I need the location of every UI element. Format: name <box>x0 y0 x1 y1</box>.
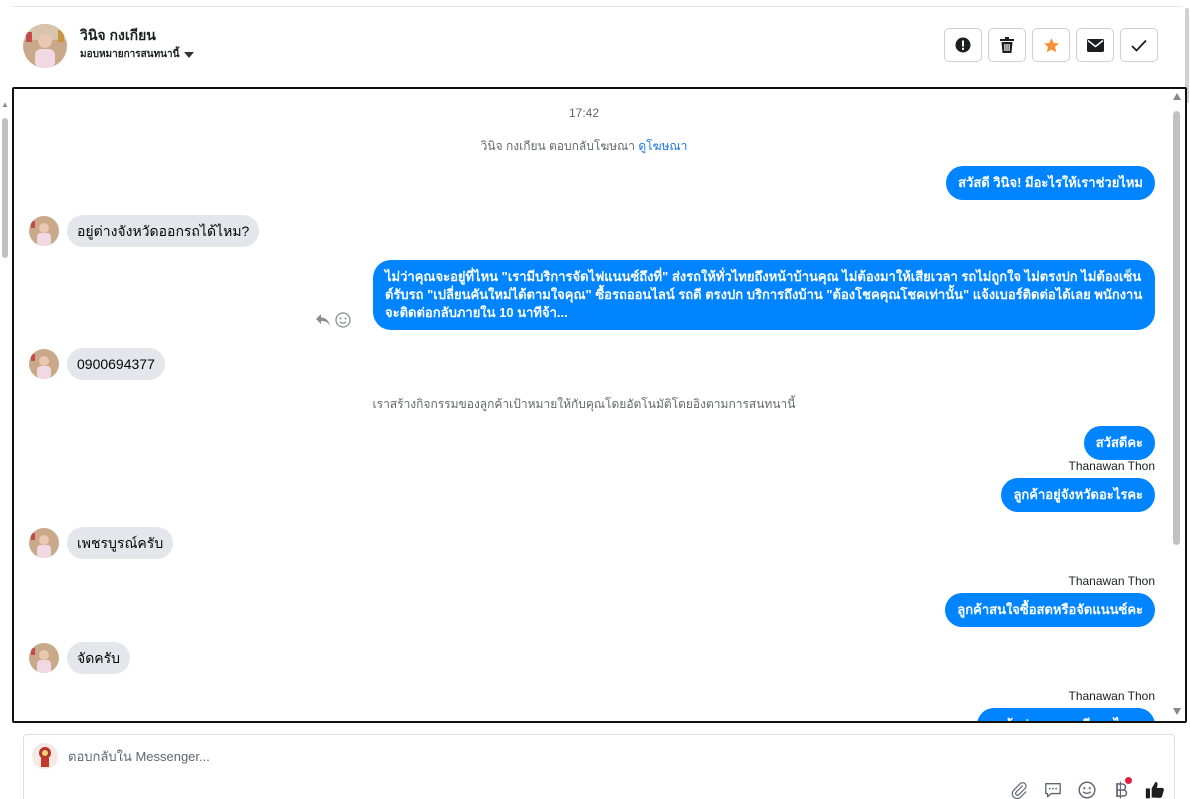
contact-avatar-small[interactable] <box>29 528 59 558</box>
message-row-incoming: เพชรบูรณ์ครับ <box>29 527 174 559</box>
message-row-incoming: อยู่ต่างจังหวัดออกรถได้ไหม? <box>29 215 260 247</box>
contact-avatar-small[interactable] <box>29 349 59 379</box>
thumbs-up-icon <box>1145 782 1164 799</box>
message-bubble-incoming[interactable]: 0900694377 <box>67 348 165 380</box>
message-row-incoming: จัดครับ <box>29 642 131 674</box>
caret-down-icon <box>184 51 195 58</box>
star-button[interactable] <box>1032 28 1070 62</box>
message-bubble-outgoing[interactable]: สวัสดีคะ <box>1083 426 1155 460</box>
mark-spam-button[interactable] <box>944 28 982 62</box>
agent-name: Thanawan Thon <box>1068 574 1155 588</box>
trash-icon <box>1000 37 1014 53</box>
message-bubble-incoming[interactable]: เพชรบูรณ์ครับ <box>67 527 174 559</box>
composer-toolbar <box>1008 777 1166 799</box>
agent-name: Thanawan Thon <box>1068 689 1155 703</box>
emoji-button[interactable] <box>1076 779 1098 799</box>
ad-reply-text: วินิจ กงเกียน ตอบกลับโฆษณา <box>480 139 636 153</box>
message-bubble-incoming[interactable]: อยู่ต่างจังหวัดออกรถได้ไหม? <box>67 215 260 247</box>
send-like-button[interactable] <box>1144 779 1166 799</box>
scroll-up-icon[interactable]: ▲ <box>1 100 9 109</box>
conversation-header: วินิจ กงเกียน มอบหมายการสนทนานี้ <box>12 7 1178 85</box>
delete-button[interactable] <box>988 28 1026 62</box>
contact-name[interactable]: วินิจ กงเกียน <box>80 25 156 47</box>
scrollbar-thumb[interactable] <box>1173 111 1180 545</box>
agent-name: Thanawan Thon <box>1068 459 1155 473</box>
emoji-icon <box>1078 781 1096 799</box>
message-bubble-outgoing[interactable]: ลูกค้าประกอบอาชีพอะไรคะ <box>976 708 1155 721</box>
assign-conversation-dropdown[interactable]: มอบหมายการสนทนานี้ <box>80 47 195 62</box>
notification-dot <box>1125 777 1132 784</box>
message-row-incoming: 0900694377 <box>29 348 165 380</box>
thread-scrollbar[interactable] <box>1169 89 1185 721</box>
exclamation-circle-icon <box>955 37 971 53</box>
star-icon <box>1043 37 1059 52</box>
scrollbar-thumb[interactable] <box>2 118 8 258</box>
saved-replies-button[interactable] <box>1042 779 1064 799</box>
page-avatar <box>32 743 58 769</box>
message-bubble-outgoing[interactable]: ลูกค้าอยู่จังหวัดอะไรคะ <box>1001 478 1155 512</box>
activity-note: เราสร้างกิจกรรมของลูกค้าเป้าหมายให้กับคุ… <box>372 397 796 411</box>
message-thread[interactable]: 17:42 วินิจ กงเกียน ตอบกลับโฆษณา ดูโฆษณา… <box>12 87 1187 723</box>
message-bubble-outgoing[interactable]: ลูกค้าสนใจซื้อสดหรือจัดแนนซ์คะ <box>945 593 1155 627</box>
saved-reply-icon <box>1045 783 1061 798</box>
view-ad-link[interactable]: ดูโฆษณา <box>638 139 687 153</box>
mark-done-button[interactable] <box>1120 28 1158 62</box>
message-bubble-outgoing[interactable]: ไม่ว่าคุณจะอยู่ที่ไหน "เรามีบริการจัดไฟแ… <box>373 260 1155 330</box>
react-emoji-icon[interactable] <box>335 312 351 328</box>
payment-button[interactable] <box>1110 777 1132 799</box>
reply-input[interactable] <box>68 749 968 764</box>
ad-reply-notice: วินิจ กงเกียน ตอบกลับโฆษณา ดูโฆษณา <box>14 137 1154 156</box>
envelope-icon <box>1086 38 1104 52</box>
message-bubble-incoming[interactable]: จัดครับ <box>67 642 131 674</box>
scroll-down-icon[interactable] <box>1173 708 1181 715</box>
paperclip-icon <box>1011 782 1027 799</box>
message-bubble-outgoing[interactable]: สวัสดี วินิจ! มีอะไรให้เราช่วยไหม <box>946 166 1155 200</box>
baht-icon <box>1116 781 1128 799</box>
mark-unread-button[interactable] <box>1076 28 1114 62</box>
message-actions <box>315 312 351 328</box>
contact-avatar-small[interactable] <box>29 643 59 673</box>
reply-icon[interactable] <box>315 313 331 327</box>
contact-avatar-small[interactable] <box>29 216 59 246</box>
conversation-toolbar <box>944 28 1158 62</box>
assign-label: มอบหมายการสนทนานี้ <box>80 49 180 60</box>
message-timestamp: 17:42 <box>568 106 600 120</box>
attach-button[interactable] <box>1008 779 1030 799</box>
reply-composer <box>23 734 1175 799</box>
page-scrollbar-left[interactable]: ▲ <box>0 100 10 730</box>
scroll-up-icon[interactable] <box>1173 93 1181 100</box>
check-icon <box>1131 39 1147 52</box>
contact-avatar[interactable] <box>23 24 67 68</box>
